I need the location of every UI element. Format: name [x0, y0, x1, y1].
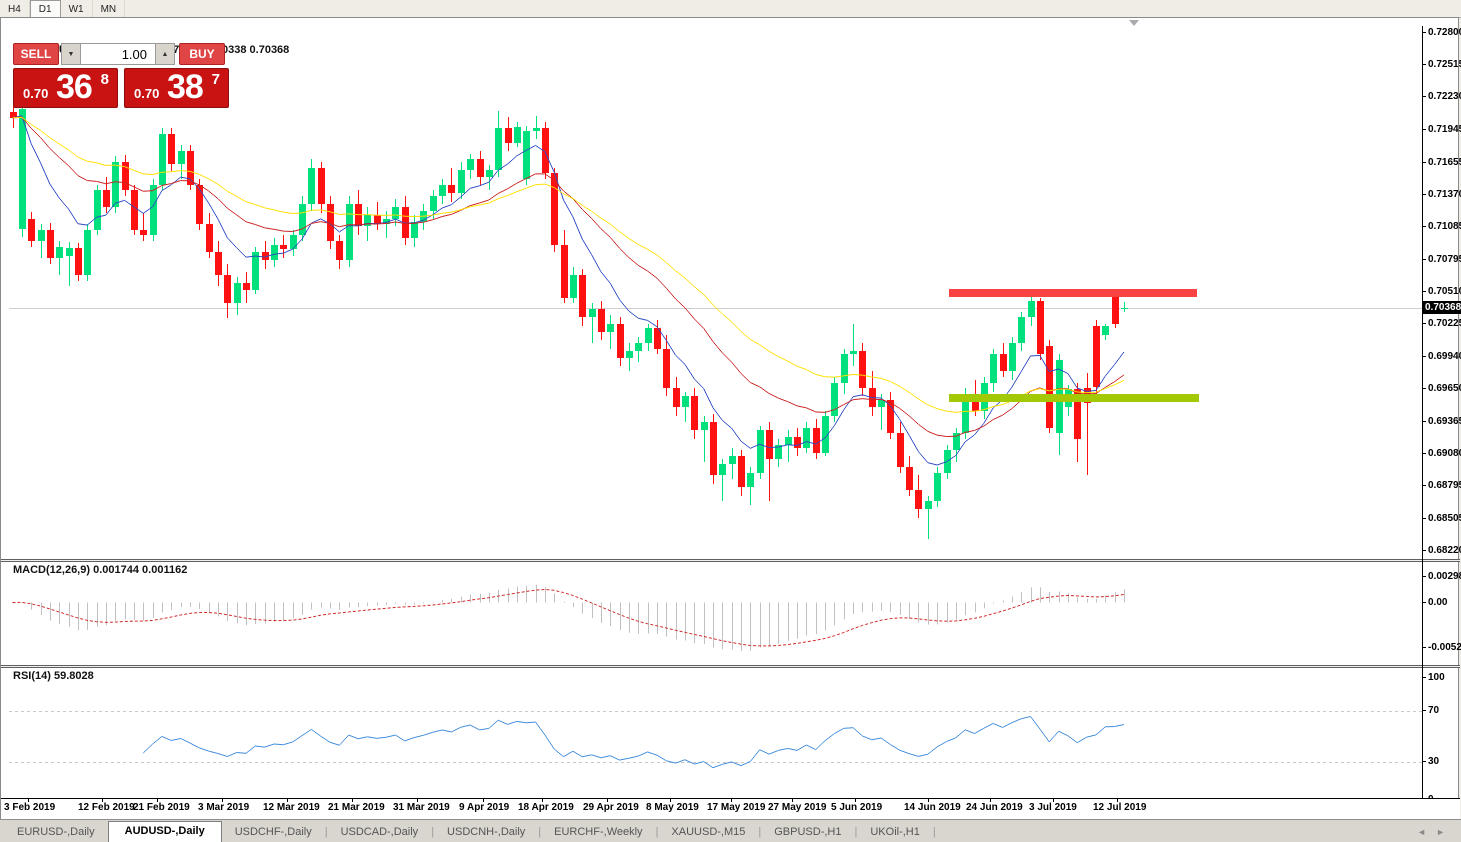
time-axis[interactable]: 3 Feb 2019 12 Feb 201921 Feb 2019 3 Mar 20…	[1, 798, 1460, 819]
time-axis-label: 14 Jun 2019	[904, 802, 961, 813]
timeframe-button-mn[interactable]: MN	[93, 0, 126, 17]
time-axis-label: 8 May 2019	[646, 802, 699, 813]
buy-price-panel[interactable]: 0.70 38 7	[124, 68, 229, 108]
sell-price-prefix: 0.70	[23, 86, 48, 101]
macd-signal-value: 0.001162	[142, 564, 187, 576]
price-axis-label: 0.72230	[1423, 91, 1461, 103]
price-axis-label: 0.70795	[1423, 254, 1461, 266]
rsi-value: 59.8028	[54, 670, 94, 682]
time-axis-label: 5 Jun 2019	[831, 802, 882, 813]
time-axis-label: 12 Feb 2019	[78, 802, 135, 813]
chart-tab-eurchf[interactable]: EURCHF-,Weekly	[541, 823, 655, 842]
time-axis-label: 21 Mar 2019	[328, 802, 385, 813]
time-axis-label: 12 Mar 2019	[263, 802, 320, 813]
time-axis-label: 24 Jun 2019	[966, 802, 1023, 813]
time-axis-label: 12 Jul 2019	[1093, 802, 1146, 813]
price-axis-label: 0.69365	[1423, 416, 1461, 428]
rsi-axis-label: 100	[1423, 672, 1461, 684]
time-axis-label: 21 Feb 2019	[133, 802, 190, 813]
rsi-axis-label: 70	[1423, 705, 1461, 717]
timeframe-button-w1[interactable]: W1	[61, 0, 93, 17]
one-click-trading-widget: SELL ▼ ▲ BUY 0.70 36 8 0.70 38 7	[13, 43, 229, 108]
macd-axis-label: 0.00	[1423, 597, 1461, 609]
price-axis-label: 0.69940	[1423, 351, 1461, 363]
time-axis-label: 29 Apr 2019	[583, 802, 639, 813]
price-axis-label: 0.72800	[1423, 27, 1461, 39]
buy-price-pips: 38	[167, 68, 203, 107]
chart-window: AUDUSD-,Daily 0.70373 0.70419 0.70338 0.…	[0, 17, 1459, 819]
price-axis-label: 0.70510	[1423, 286, 1461, 298]
chart-tab-bar: EURUSD-,DailyAUDUSD-,DailyUSDCHF-,Daily |…	[0, 819, 1461, 842]
chart-shift-marker-icon[interactable]	[1129, 20, 1139, 26]
time-axis-label: 3 Jul 2019	[1029, 802, 1077, 813]
spinner-up-icon: ▲	[162, 51, 169, 58]
time-axis-label: 3 Mar 2019	[198, 802, 249, 813]
buy-price-point: 7	[212, 71, 220, 88]
rsi-indicator-label: RSI(14) 59.8028	[13, 670, 94, 682]
time-axis-label: 17 May 2019	[707, 802, 765, 813]
time-axis-label: 27 May 2019	[768, 802, 826, 813]
time-axis-label: 31 Mar 2019	[393, 802, 450, 813]
macd-main-value: 0.001744	[93, 564, 139, 576]
macd-chart-canvas[interactable]	[9, 562, 1422, 665]
rsi-name: RSI(14)	[13, 670, 51, 682]
timeframe-button-h4[interactable]: H4	[0, 0, 30, 17]
tab-scroll-arrows[interactable]: ◄►	[1417, 827, 1455, 837]
timeframe-button-d1[interactable]: D1	[30, 0, 61, 17]
spinner-down-icon: ▼	[68, 51, 75, 58]
volume-increase-button[interactable]: ▲	[155, 43, 175, 65]
time-axis-label: 3 Feb 2019	[4, 802, 55, 813]
chart-tab-usdcad[interactable]: USDCAD-,Daily	[328, 823, 432, 842]
current-price-tag: 0.70368	[1423, 301, 1461, 314]
price-axis-label: 0.68795	[1423, 480, 1461, 492]
macd-name: MACD(12,26,9)	[13, 564, 90, 576]
timeframe-toolbar: H4D1W1MN	[0, 0, 1461, 18]
price-axis-label: 0.69080	[1423, 448, 1461, 460]
price-axis-label: 0.69650	[1423, 383, 1461, 395]
sell-price-pips: 36	[56, 68, 92, 107]
price-axis-label: 0.71085	[1423, 221, 1461, 233]
rsi-axis-label: 30	[1423, 756, 1461, 768]
buy-button[interactable]: BUY	[179, 43, 225, 65]
price-axis-label: 0.71655	[1423, 157, 1461, 169]
rsi-chart-canvas[interactable]	[9, 668, 1422, 798]
price-axis-label: 0.71945	[1423, 124, 1461, 136]
chart-tab-usdcnh[interactable]: USDCNH-,Daily	[434, 823, 538, 842]
macd-axis-label: 0.002984	[1423, 571, 1461, 583]
chart-tab-usdchf[interactable]: USDCHF-,Daily	[222, 823, 325, 842]
price-axis-label: 0.70225	[1423, 318, 1461, 330]
time-axis-label: 18 Apr 2019	[518, 802, 574, 813]
chart-tab-ukoil[interactable]: UKOil-,H1	[857, 823, 933, 842]
price-axis-label: 0.71370	[1423, 189, 1461, 201]
price-axis-label: 0.68220	[1423, 545, 1461, 557]
macd-axis-label: -0.005256	[1423, 642, 1461, 654]
buy-price-prefix: 0.70	[134, 86, 159, 101]
chart-tab-audusd[interactable]: AUDUSD-,Daily	[108, 821, 222, 842]
macd-indicator-label: MACD(12,26,9) 0.001744 0.001162	[13, 564, 187, 576]
chart-tab-xauusd[interactable]: XAUUSD-,M15	[658, 823, 758, 842]
volume-decrease-button[interactable]: ▼	[61, 43, 81, 65]
time-axis-label: 9 Apr 2019	[459, 802, 509, 813]
chart-tab-gbpusd[interactable]: GBPUSD-,H1	[761, 823, 854, 842]
price-axis[interactable]: 0.72800 0.72515 0.72230 0.71945 0.71655 0.713…	[1422, 26, 1460, 818]
price-axis-label: 0.72515	[1423, 59, 1461, 71]
tab-separator: |	[933, 826, 936, 842]
mt4-terminal: H4D1W1MN AUDUSD-,Daily 0.70373 0.70419 0…	[0, 0, 1461, 842]
sell-button[interactable]: SELL	[13, 43, 59, 65]
price-axis-label: 0.68505	[1423, 513, 1461, 525]
sell-price-point: 8	[101, 71, 109, 88]
volume-input[interactable]	[81, 43, 155, 65]
chart-tab-eurusd[interactable]: EURUSD-,Daily	[4, 823, 108, 842]
sell-price-panel[interactable]: 0.70 36 8	[13, 68, 118, 108]
